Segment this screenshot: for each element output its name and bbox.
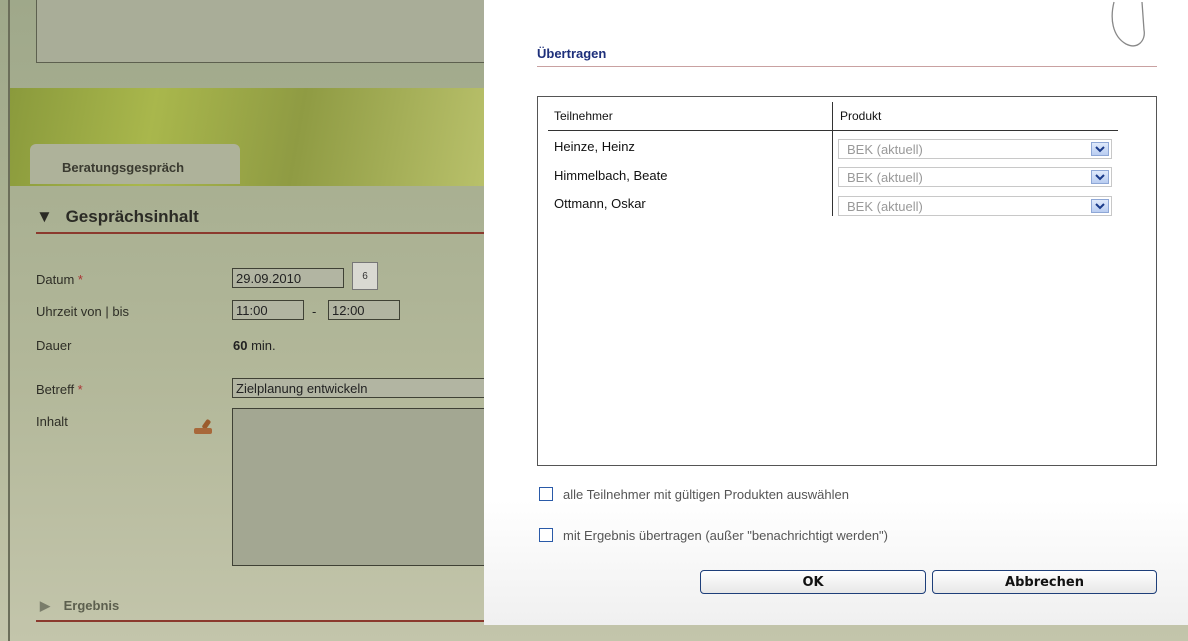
dialog-title-divider xyxy=(537,66,1157,67)
chevron-down-icon[interactable] xyxy=(1091,199,1109,213)
collapse-arrow-icon: ▼ xyxy=(36,207,53,226)
ergebnis-section[interactable]: ▶ Ergebnis xyxy=(40,598,119,614)
ergebnis-label: Ergebnis xyxy=(63,598,120,613)
tab-label: Beratungsgespräch xyxy=(62,160,185,175)
required-marker: * xyxy=(74,272,83,287)
inhalt-label: Inhalt xyxy=(36,414,68,429)
product-select-value: BEK (aktuell) xyxy=(847,170,923,185)
column-header-participant: Teilnehmer xyxy=(554,109,613,123)
participant-name: Heinze, Heinz xyxy=(554,139,635,154)
expand-arrow-icon: ▶ xyxy=(40,598,50,613)
product-select-value: BEK (aktuell) xyxy=(847,142,923,157)
calendar-icon[interactable]: 6 xyxy=(352,262,378,290)
chevron-down-icon[interactable] xyxy=(1091,142,1109,156)
chevron-down-icon[interactable] xyxy=(1091,170,1109,184)
datum-label: Datum * xyxy=(36,272,83,287)
required-marker: * xyxy=(74,382,83,397)
calendar-day: 6 xyxy=(362,271,368,282)
cancel-button[interactable]: Abbrechen xyxy=(932,570,1157,594)
time-separator: - xyxy=(312,304,317,319)
betreff-input[interactable]: Zielplanung entwickeln xyxy=(232,378,486,398)
transfer-result-label: mit Ergebnis übertragen (außer "benachri… xyxy=(563,528,888,543)
dialog-title: Übertragen xyxy=(537,46,607,61)
dauer-number: 60 xyxy=(233,338,248,353)
datum-input[interactable]: 29.09.2010 xyxy=(232,268,344,288)
dauer-label: Dauer xyxy=(36,338,72,353)
betreff-label: Betreff * xyxy=(36,382,83,397)
product-select[interactable]: BEK (aktuell) xyxy=(838,167,1112,187)
column-header-product: Produkt xyxy=(840,109,882,123)
header-divider xyxy=(548,130,1118,131)
section-title-text: Gesprächsinhalt xyxy=(65,207,199,226)
participant-name: Himmelbach, Beate xyxy=(554,168,668,183)
product-select[interactable]: BEK (aktuell) xyxy=(838,196,1112,216)
product-select[interactable]: BEK (aktuell) xyxy=(838,139,1112,159)
uhrzeit-label: Uhrzeit von | bis xyxy=(36,304,129,319)
select-all-label: alle Teilnehmer mit gültigen Produkten a… xyxy=(563,487,849,502)
dauer-value: 60 min. xyxy=(233,338,276,353)
time-to-input[interactable]: 12:00 xyxy=(328,300,400,320)
header-box xyxy=(36,0,488,63)
section-divider xyxy=(36,232,486,234)
dauer-unit: min. xyxy=(247,338,276,353)
inhalt-textarea[interactable] xyxy=(232,408,487,566)
betreff-label-text: Betreff xyxy=(36,382,75,397)
participant-name: Ottmann, Oskar xyxy=(554,196,646,211)
select-all-checkbox[interactable] xyxy=(539,487,553,501)
product-select-value: BEK (aktuell) xyxy=(847,199,923,214)
datum-label-text: Datum xyxy=(36,272,75,287)
column-separator xyxy=(832,102,833,216)
paperclip-icon xyxy=(1111,1,1145,47)
transfer-result-checkbox[interactable] xyxy=(539,528,553,542)
ok-button[interactable]: OK xyxy=(700,570,926,594)
time-from-input[interactable]: 11:00 xyxy=(232,300,304,320)
ergebnis-divider xyxy=(36,620,486,622)
stamp-icon[interactable] xyxy=(192,418,218,436)
section-title[interactable]: ▼ Gesprächsinhalt xyxy=(36,207,199,227)
